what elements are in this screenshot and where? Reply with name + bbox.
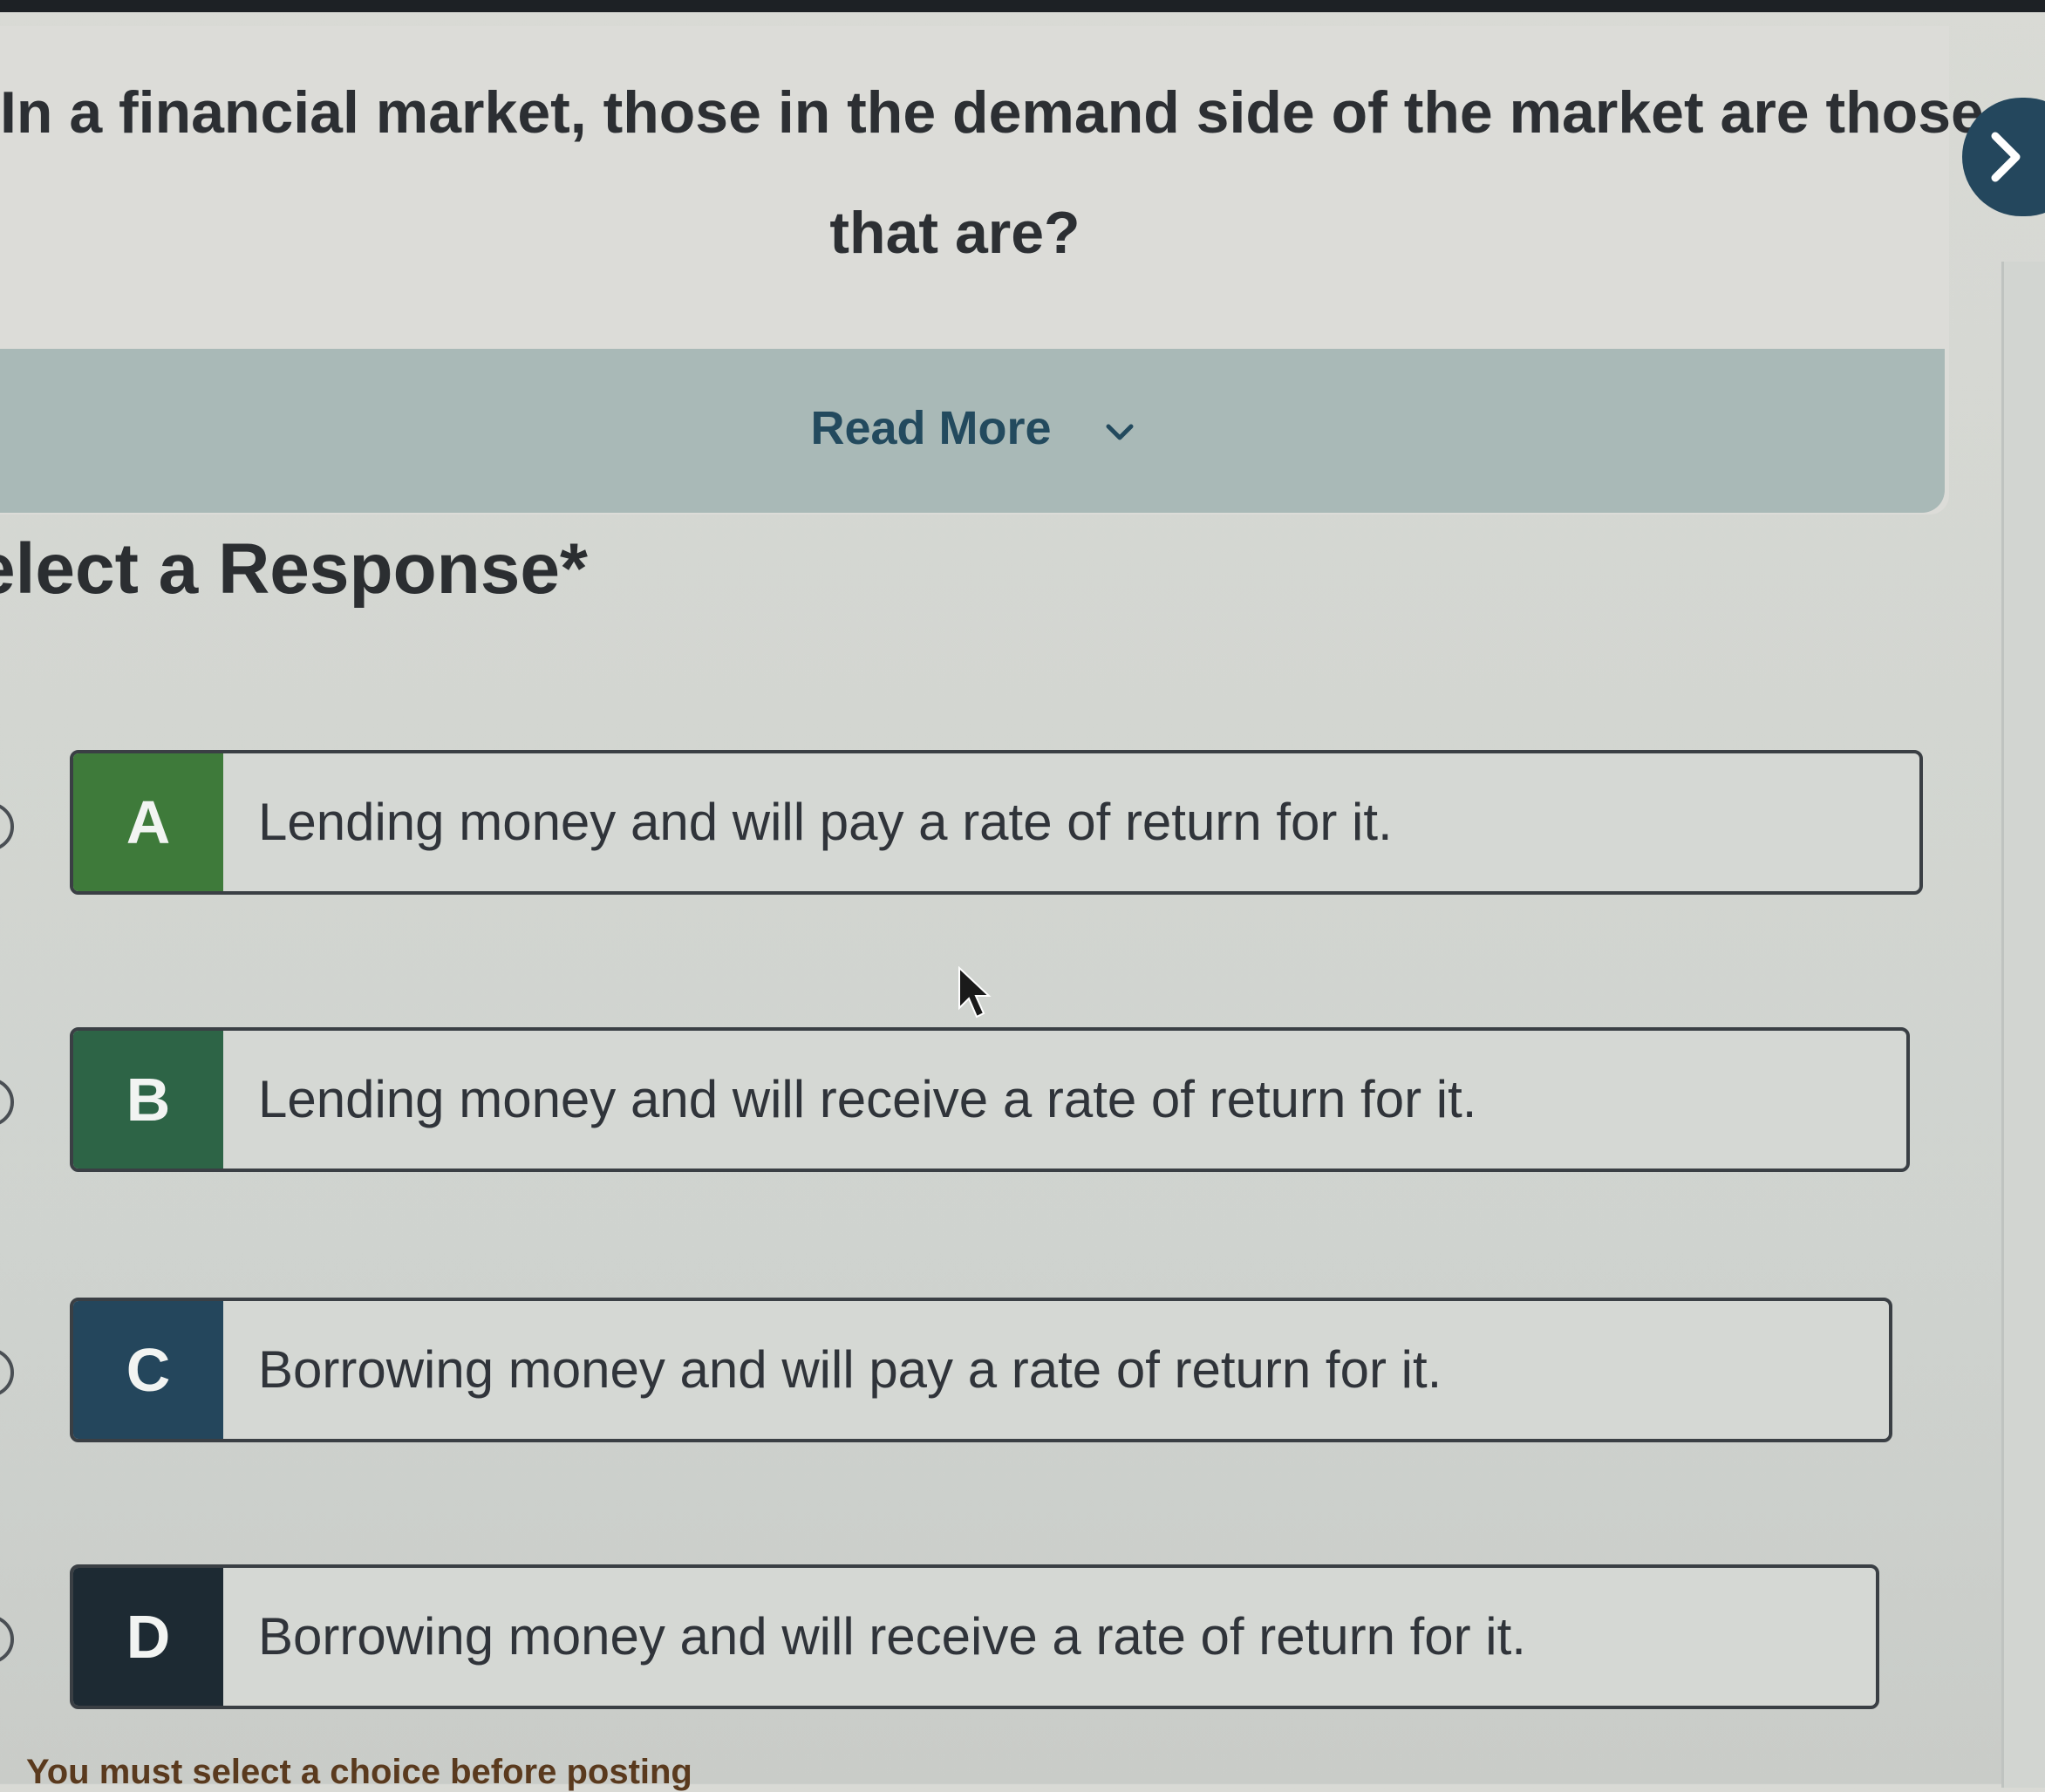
question-line-2: that are? <box>829 200 1080 266</box>
radio-option-d[interactable] <box>0 1615 14 1664</box>
option-text-c[interactable]: Borrowing money and will pay a rate of r… <box>258 1301 1442 1439</box>
answer-option-d[interactable]: D Borrowing money and will receive a rat… <box>70 1564 1879 1709</box>
option-letter-c[interactable]: C <box>73 1301 223 1439</box>
chevron-right-icon[interactable] <box>1991 128 2023 196</box>
read-more-button[interactable]: Read More <box>0 401 1945 455</box>
question-line-1: In a financial market, those in the dema… <box>0 79 1984 146</box>
side-panel <box>2001 262 2045 1788</box>
option-letter-b[interactable]: B <box>73 1031 223 1169</box>
answer-option-b[interactable]: B Lending money and will receive a rate … <box>70 1027 1910 1172</box>
answer-option-c[interactable]: C Borrowing money and will pay a rate of… <box>70 1298 1892 1442</box>
answer-option-a[interactable]: A Lending money and will pay a rate of r… <box>70 750 1923 895</box>
option-text-a[interactable]: Lending money and will pay a rate of ret… <box>258 753 1393 891</box>
radio-option-a[interactable] <box>0 802 14 851</box>
radio-option-c[interactable] <box>0 1348 14 1397</box>
option-text-d[interactable]: Borrowing money and will receive a rate … <box>258 1568 1526 1706</box>
window-top-bar <box>0 0 2045 12</box>
select-response-heading: elect a Response* <box>0 529 588 609</box>
radio-option-b[interactable] <box>0 1078 14 1127</box>
question-prompt: In a financial market, those in the dema… <box>0 52 1984 293</box>
chevron-down-icon[interactable] <box>1105 412 1135 451</box>
option-letter-d[interactable]: D <box>73 1568 223 1706</box>
option-text-b[interactable]: Lending money and will receive a rate of… <box>258 1031 1476 1169</box>
read-more-label[interactable]: Read More <box>810 402 1051 454</box>
option-letter-a[interactable]: A <box>73 753 223 891</box>
selection-warning: You must select a choice before posting <box>26 1753 692 1791</box>
